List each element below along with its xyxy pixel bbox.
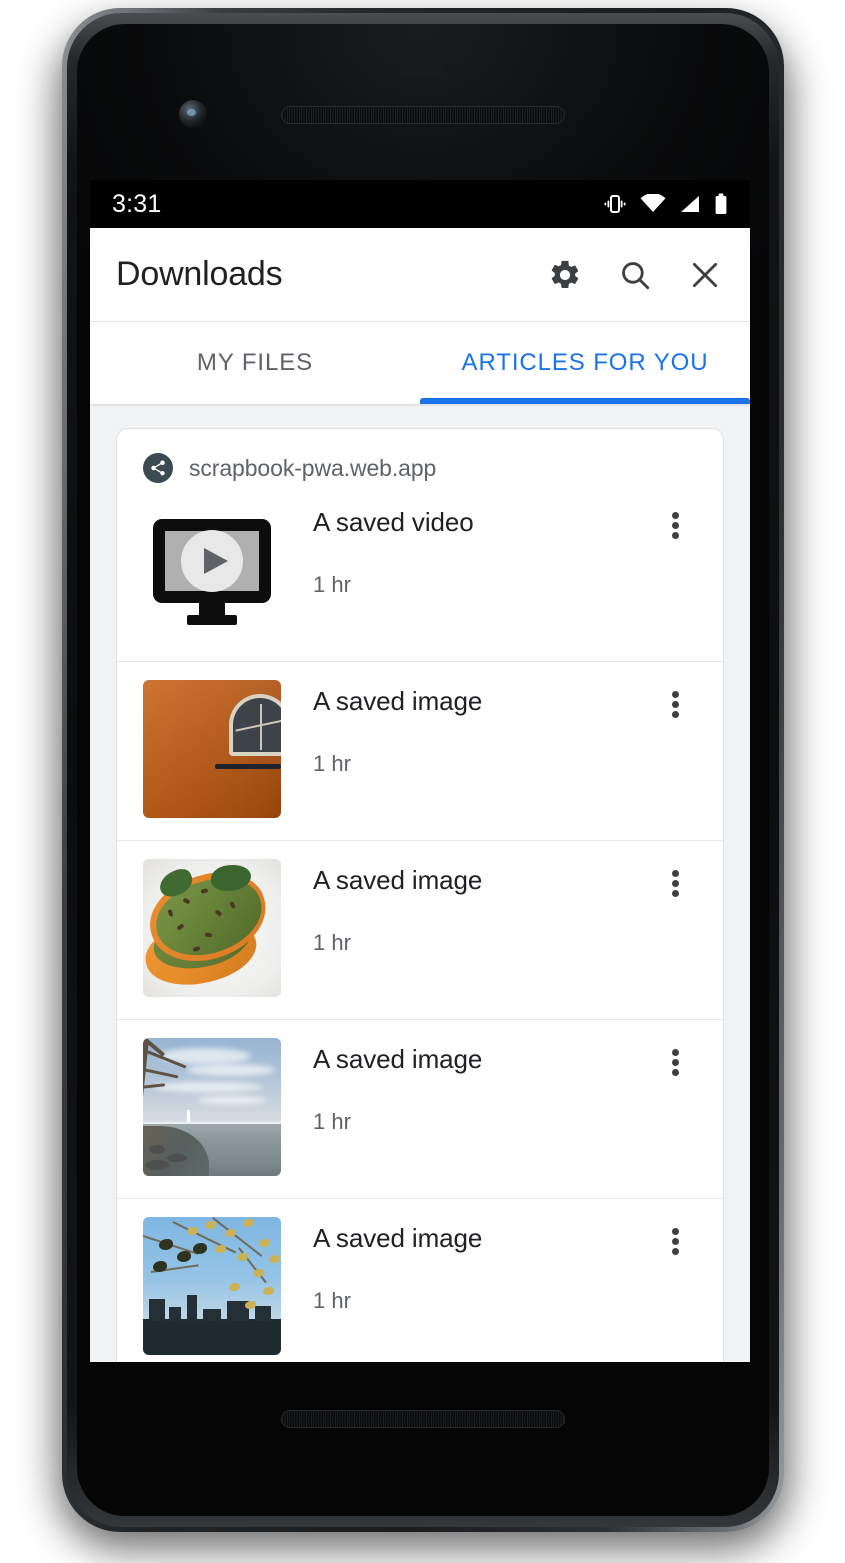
download-item-text: A saved image 1 hr: [281, 1217, 653, 1314]
download-item-video[interactable]: A saved video 1 hr: [117, 497, 723, 661]
download-item-title: A saved image: [313, 686, 483, 716]
share-icon: [143, 453, 173, 483]
tab-articles-for-you-indicator: [420, 398, 750, 404]
settings-button[interactable]: [544, 254, 586, 296]
front-camera-icon: [179, 100, 207, 128]
video-placeholder-icon: [143, 501, 281, 639]
cellular-signal-icon: [679, 194, 701, 214]
download-item-time: 1 hr: [313, 1109, 351, 1135]
wifi-icon: [640, 194, 666, 214]
download-item-time: 1 hr: [313, 572, 351, 598]
gear-icon: [548, 258, 582, 292]
tab-articles-for-you-label: ARTICLES FOR YOU: [461, 349, 709, 376]
earpiece-speaker: [281, 106, 565, 124]
avocado-toast-plate-photo: [143, 859, 281, 997]
tab-my-files[interactable]: MY FILES: [90, 322, 420, 404]
downloads-list-container[interactable]: scrapbook-pwa.web.app A saved video 1 hr…: [90, 404, 750, 1362]
close-button[interactable]: [684, 254, 726, 296]
close-icon: [688, 258, 722, 292]
more-vertical-icon[interactable]: [653, 1040, 697, 1084]
battery-icon: [714, 193, 728, 215]
page-title: Downloads: [116, 255, 283, 293]
search-button[interactable]: [614, 254, 656, 296]
bottom-speaker: [281, 1410, 565, 1428]
tab-my-files-label: MY FILES: [196, 349, 314, 376]
status-clock: 3:31: [112, 189, 162, 218]
orange-wall-arched-window-photo: [143, 680, 281, 818]
download-item-title: A saved image: [313, 1044, 483, 1074]
download-item-image-city-skyline[interactable]: A saved image 1 hr: [117, 1198, 723, 1362]
more-vertical-icon[interactable]: [653, 503, 697, 547]
tab-bar: MY FILES ARTICLES FOR YOU: [90, 322, 750, 404]
download-item-image-avocado-toast[interactable]: A saved image 1 hr: [117, 840, 723, 1019]
lakeshore-sky-photo: [143, 1038, 281, 1176]
search-icon: [618, 258, 652, 292]
download-item-time: 1 hr: [313, 1288, 351, 1314]
download-item-text: A saved video 1 hr: [281, 501, 653, 598]
download-item-title: A saved video: [313, 507, 474, 537]
more-vertical-icon[interactable]: [653, 861, 697, 905]
phone-screen: 3:31 Downloads MY FILES ARTICLES FOR YOU…: [90, 180, 750, 1362]
download-item-title: A saved image: [313, 1223, 483, 1253]
origin-card: scrapbook-pwa.web.app A saved video 1 hr…: [116, 428, 724, 1362]
download-item-image-orange-wall[interactable]: A saved image 1 hr: [117, 661, 723, 840]
download-item-time: 1 hr: [313, 751, 351, 777]
download-item-time: 1 hr: [313, 930, 351, 956]
more-vertical-icon[interactable]: [653, 682, 697, 726]
toolbar-actions: [544, 254, 726, 296]
status-icon-group: [603, 193, 728, 215]
more-vertical-icon[interactable]: [653, 1219, 697, 1263]
origin-domain: scrapbook-pwa.web.app: [189, 454, 437, 481]
vibrate-icon: [603, 194, 627, 214]
download-item-text: A saved image 1 hr: [281, 859, 653, 956]
screenshot-stage: 3:31 Downloads MY FILES ARTICLES FOR YOU…: [0, 0, 845, 1563]
download-item-image-lakeshore[interactable]: A saved image 1 hr: [117, 1019, 723, 1198]
download-item-text: A saved image 1 hr: [281, 1038, 653, 1135]
download-item-title: A saved image: [313, 865, 483, 895]
tab-articles-for-you[interactable]: ARTICLES FOR YOU: [420, 322, 750, 404]
download-item-text: A saved image 1 hr: [281, 680, 653, 777]
card-origin-header: scrapbook-pwa.web.app: [117, 429, 723, 497]
city-skyline-autumn-leaves-photo: [143, 1217, 281, 1355]
sensor-notch: [401, 54, 445, 76]
app-toolbar: Downloads: [90, 228, 750, 322]
status-bar: 3:31: [90, 180, 750, 228]
